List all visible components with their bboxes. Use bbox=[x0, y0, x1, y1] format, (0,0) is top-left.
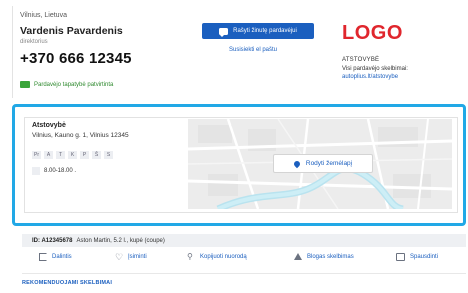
divider bbox=[22, 273, 466, 274]
all-ads-label: Visi pardavėjo skelbimai: bbox=[342, 66, 408, 72]
verified-label: Pardavėjo tapatybė patvirtinta bbox=[34, 81, 114, 88]
location-title: Atstovybė bbox=[32, 122, 66, 129]
save-label: Įsiminti bbox=[128, 254, 147, 260]
day-chip: S bbox=[104, 151, 113, 159]
seller-city: Vilnius, Lietuva bbox=[20, 12, 67, 19]
clock-icon bbox=[32, 167, 40, 175]
verified-badge: Pardavėjo tapatybė patvirtinta bbox=[20, 81, 113, 88]
share-label: Dalintis bbox=[52, 254, 72, 260]
listing-model: Aston Martin, 5.2 l., kupė (coupe) bbox=[76, 237, 165, 244]
day-chip: P bbox=[80, 151, 89, 159]
share-icon bbox=[39, 253, 47, 261]
show-map-button[interactable]: Rodyti žemėlapį bbox=[273, 154, 373, 173]
listing-info-bar: ID: A12345678 Aston Martin, 5.2 l., kupė… bbox=[22, 234, 466, 247]
print-icon bbox=[396, 253, 405, 261]
link-icon: ⚲ bbox=[187, 252, 193, 261]
copy-link-button[interactable]: ⚲ Kopijuoti nuorodą bbox=[187, 253, 247, 261]
day-chip: T bbox=[56, 151, 65, 159]
all-ads-link[interactable]: autoplius.lt/atstovybe bbox=[342, 74, 398, 80]
hours-text: 8.00-18.00 . bbox=[44, 168, 77, 174]
day-chip: Pr bbox=[32, 151, 41, 159]
id-card-icon bbox=[20, 81, 30, 88]
print-label: Spausdinti bbox=[410, 254, 439, 260]
share-button[interactable]: Dalintis bbox=[39, 253, 72, 261]
working-days: Pr A T K P Š S bbox=[32, 151, 113, 159]
day-chip: Š bbox=[92, 151, 101, 159]
write-message-label: Rašyti žinutę pardavėjui bbox=[233, 28, 297, 34]
show-map-label: Rodyti žemėlapį bbox=[305, 160, 353, 167]
report-button[interactable]: Blogas skelbimas bbox=[294, 253, 354, 260]
report-label: Blogas skelbimas bbox=[307, 253, 354, 260]
email-contact-link[interactable]: Susisiekti el paštu bbox=[229, 47, 277, 53]
listing-actions: Dalintis ♡ Įsiminti ⚲ Kopijuoti nuorodą … bbox=[22, 249, 466, 267]
warning-icon bbox=[294, 253, 302, 260]
location-address: Vilnius, Kauno g. 1, Vilnius 12345 bbox=[32, 132, 129, 139]
day-chip: A bbox=[44, 151, 53, 159]
recommended-heading: REKOMENDUOJAMI SKELBIMAI bbox=[22, 280, 113, 286]
dealer-type: ATSTOVYBĖ bbox=[342, 57, 380, 63]
seller-phone[interactable]: +370 666 12345 bbox=[20, 50, 132, 67]
copy-link-label: Kopijuoti nuorodą bbox=[200, 254, 247, 260]
day-chip: K bbox=[68, 151, 77, 159]
save-button[interactable]: ♡ Įsiminti bbox=[115, 252, 147, 262]
write-message-button[interactable]: Rašyti žinutę pardavėjui bbox=[202, 23, 314, 39]
dealer-logo: LOGO bbox=[342, 22, 403, 44]
heart-icon: ♡ bbox=[115, 252, 124, 262]
working-hours: 8.00-18.00 . bbox=[32, 167, 76, 175]
seller-name: Vardenis Pavardenis bbox=[20, 25, 123, 37]
seller-role: direktorius bbox=[20, 39, 48, 45]
chat-icon bbox=[219, 27, 229, 37]
print-button[interactable]: Spausdinti bbox=[396, 253, 438, 261]
listing-id: ID: A12345678 bbox=[32, 237, 73, 244]
map-pin-icon bbox=[292, 159, 302, 168]
